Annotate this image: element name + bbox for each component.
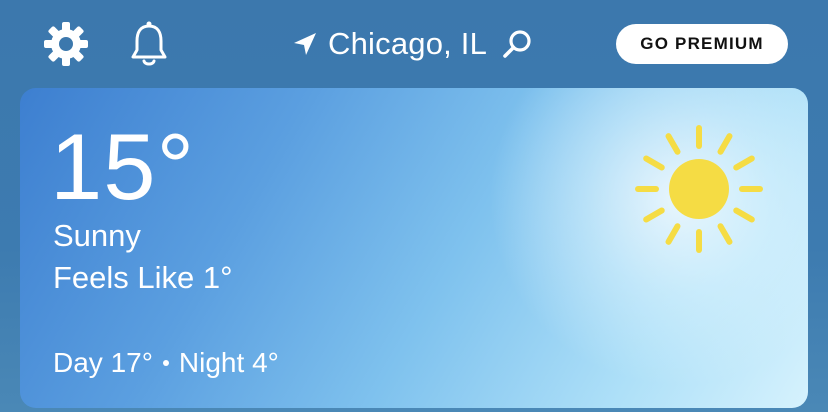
location-name: Chicago, IL	[328, 26, 488, 61]
location-arrow-icon	[292, 31, 318, 57]
top-bar: Chicago, IL GO PREMIUM	[0, 0, 828, 88]
feels-like: Feels Like 1°	[53, 260, 233, 295]
gear-icon	[44, 22, 88, 66]
search-icon[interactable]	[501, 28, 533, 60]
weather-condition: Sunny	[53, 218, 141, 253]
current-temperature: 15°	[50, 114, 196, 219]
night-temperature: Night 4°	[178, 347, 279, 378]
day-temperature: Day 17°	[53, 347, 153, 378]
location-selector[interactable]: Chicago, IL	[292, 22, 533, 66]
current-weather-card[interactable]: 15° Sunny Feels Like 1° Day 17° Night 4°	[20, 88, 808, 408]
day-night-temps: Day 17° Night 4°	[53, 344, 279, 382]
notifications-button[interactable]	[124, 18, 174, 70]
sun-icon	[635, 125, 763, 253]
settings-button[interactable]	[40, 20, 92, 68]
bell-icon	[131, 21, 167, 66]
go-premium-button[interactable]: GO PREMIUM	[616, 24, 788, 64]
separator-dot	[162, 360, 169, 366]
